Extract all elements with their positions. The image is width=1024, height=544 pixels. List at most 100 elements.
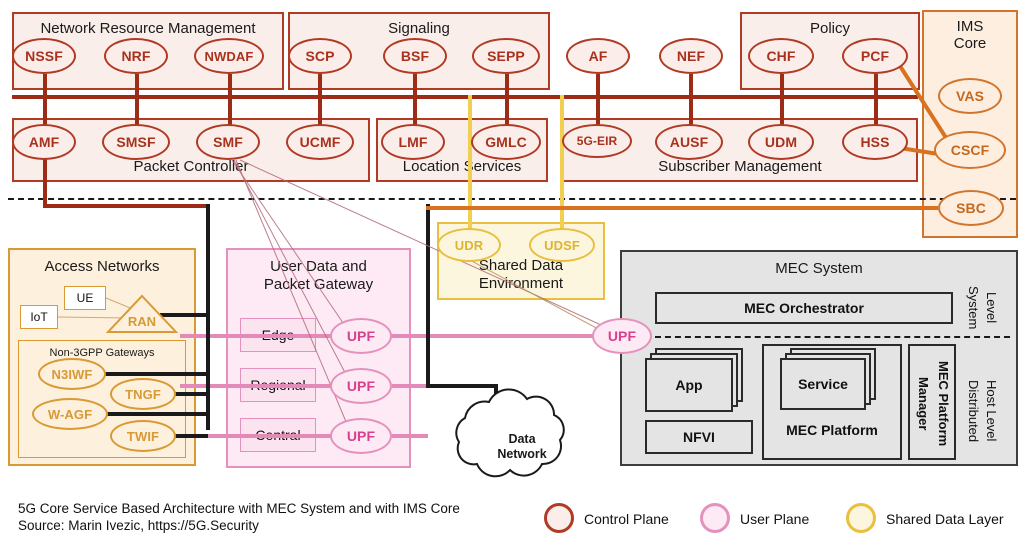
nf-sepp[interactable]: SEPP bbox=[472, 38, 540, 74]
nf-w-agf[interactable]: W-AGF bbox=[32, 398, 108, 430]
nf-label: SBC bbox=[956, 200, 986, 216]
diagram-canvas: Network Resource Management Signaling Po… bbox=[0, 0, 1024, 544]
nf-upf-mec[interactable]: UPF bbox=[592, 318, 652, 354]
label-text: Host Level bbox=[984, 380, 999, 442]
nf-smsf[interactable]: SMSF bbox=[102, 124, 170, 160]
nf-label: VAS bbox=[955, 88, 985, 104]
nf-gmlc[interactable]: GMLC bbox=[471, 124, 541, 160]
node-iot[interactable]: IoT bbox=[20, 305, 58, 329]
group-title-line2: Environment bbox=[478, 275, 564, 292]
stub-pcf bbox=[874, 74, 878, 97]
nf-label: UCMF bbox=[299, 134, 341, 150]
nf-label: W-AGF bbox=[47, 406, 93, 422]
nf-nwdaf[interactable]: NWDAF bbox=[194, 38, 264, 74]
stub-nssf bbox=[43, 74, 47, 97]
stub-nrf bbox=[135, 74, 139, 97]
nf-n3iwf[interactable]: N3IWF bbox=[38, 358, 106, 390]
node-label: IoT bbox=[30, 310, 48, 324]
nf-upf-central[interactable]: UPF bbox=[330, 418, 392, 454]
group-title: Access Networks bbox=[44, 258, 160, 275]
nf-nssf[interactable]: NSSF bbox=[12, 38, 76, 74]
nf-smf[interactable]: SMF bbox=[196, 124, 260, 160]
nf-label: UDM bbox=[764, 134, 798, 150]
mec-level-separator bbox=[655, 336, 1010, 338]
label-text: Distributed bbox=[966, 379, 981, 443]
legend-swatch-control-plane bbox=[544, 503, 574, 533]
nf-label: PCF bbox=[860, 48, 890, 64]
group-title-line2: Packet Gateway bbox=[263, 276, 374, 293]
nf-lmf[interactable]: LMF bbox=[381, 124, 445, 160]
line2: Level bbox=[984, 292, 999, 324]
mpm-line2: Manager bbox=[912, 346, 934, 462]
node-ue[interactable]: UE bbox=[64, 286, 106, 310]
stub-sepp bbox=[505, 74, 509, 97]
group-title-line2: Core bbox=[953, 35, 987, 52]
upf-regional-out bbox=[392, 384, 428, 388]
mec-orchestrator[interactable]: MEC Orchestrator bbox=[655, 292, 953, 324]
nf-ucmf[interactable]: UCMF bbox=[286, 124, 354, 160]
nf-scp[interactable]: SCP bbox=[288, 38, 352, 74]
nf-label: UPF bbox=[346, 378, 376, 394]
smf-riser bbox=[426, 204, 430, 386]
nf-ausf[interactable]: AUSF bbox=[655, 124, 723, 160]
nf-udsf[interactable]: UDSF bbox=[529, 228, 595, 262]
stub-bsf bbox=[413, 74, 417, 97]
stub-ausf bbox=[689, 95, 693, 125]
nf-label: SEPP bbox=[487, 48, 525, 64]
nf-twif[interactable]: TWIF bbox=[110, 420, 176, 452]
nf-label: N3IWF bbox=[51, 366, 93, 382]
group-title: Packet Controller bbox=[133, 158, 249, 175]
group-title: MEC System bbox=[775, 260, 863, 277]
group-title: Signaling bbox=[388, 20, 450, 37]
nf-bsf[interactable]: BSF bbox=[383, 38, 447, 74]
n3iwf-link bbox=[104, 372, 208, 376]
stub-smsf bbox=[135, 95, 139, 125]
nf-vas[interactable]: VAS bbox=[938, 78, 1002, 114]
nf-amf[interactable]: AMF bbox=[12, 124, 76, 160]
mec-service[interactable]: Service bbox=[780, 358, 866, 410]
nf-upf-regional[interactable]: UPF bbox=[330, 368, 392, 404]
mec-app[interactable]: App bbox=[645, 358, 733, 412]
nf-cscf[interactable]: CSCF bbox=[934, 131, 1006, 169]
stub-amf bbox=[43, 95, 47, 125]
label-text: Manager bbox=[916, 377, 931, 431]
group-title: Location Services bbox=[402, 158, 522, 175]
nf-nrf[interactable]: NRF bbox=[104, 38, 168, 74]
mec-orchestrator-label: MEC Orchestrator bbox=[744, 300, 864, 316]
stub-chf bbox=[780, 74, 784, 97]
group-title: Subscriber Management bbox=[658, 158, 822, 175]
nf-sbc[interactable]: SBC bbox=[938, 190, 1004, 226]
nf-tngf[interactable]: TNGF bbox=[110, 378, 176, 410]
caption-line2: Source: Marin Ivezic, https://5G.Securit… bbox=[18, 518, 259, 533]
nf-label: TNGF bbox=[125, 386, 161, 402]
stub-scp bbox=[318, 74, 322, 97]
nf-nef[interactable]: NEF bbox=[659, 38, 723, 74]
nf-label: NEF bbox=[676, 48, 706, 64]
nfvi-label: NFVI bbox=[683, 429, 715, 445]
nf-upf-edge[interactable]: UPF bbox=[330, 318, 392, 354]
mec-nfvi[interactable]: NFVI bbox=[645, 420, 753, 454]
dn-line1: Data bbox=[508, 432, 536, 446]
nf-label: SCP bbox=[305, 48, 335, 64]
group-title: Non-3GPP Gateways bbox=[49, 347, 155, 359]
stub-nef bbox=[689, 74, 693, 97]
mec-platform-manager[interactable]: MEC Platform Manager bbox=[908, 344, 956, 460]
nf-udm[interactable]: UDM bbox=[748, 124, 814, 160]
upf-central-out bbox=[392, 434, 428, 438]
nf-label: BSF bbox=[400, 48, 430, 64]
label-text: MEC Platform bbox=[936, 361, 951, 447]
stub-lmf bbox=[413, 95, 417, 125]
nf-chf[interactable]: CHF bbox=[748, 38, 814, 74]
nf-pcf[interactable]: PCF bbox=[842, 38, 908, 74]
ran-riser bbox=[206, 204, 210, 430]
nf-af[interactable]: AF bbox=[566, 38, 630, 74]
nf-hss[interactable]: HSS bbox=[842, 124, 908, 160]
ran-link bbox=[160, 313, 208, 317]
nf-label: LMF bbox=[398, 134, 428, 150]
nf-5g-eir[interactable]: 5G-EIR bbox=[562, 124, 632, 158]
nf-label: AF bbox=[588, 48, 608, 64]
nf-label: UPF bbox=[607, 328, 637, 344]
group-title-line1: IMS bbox=[956, 18, 984, 35]
nf-udr[interactable]: UDR bbox=[437, 228, 501, 262]
w-agf-link bbox=[104, 412, 208, 416]
